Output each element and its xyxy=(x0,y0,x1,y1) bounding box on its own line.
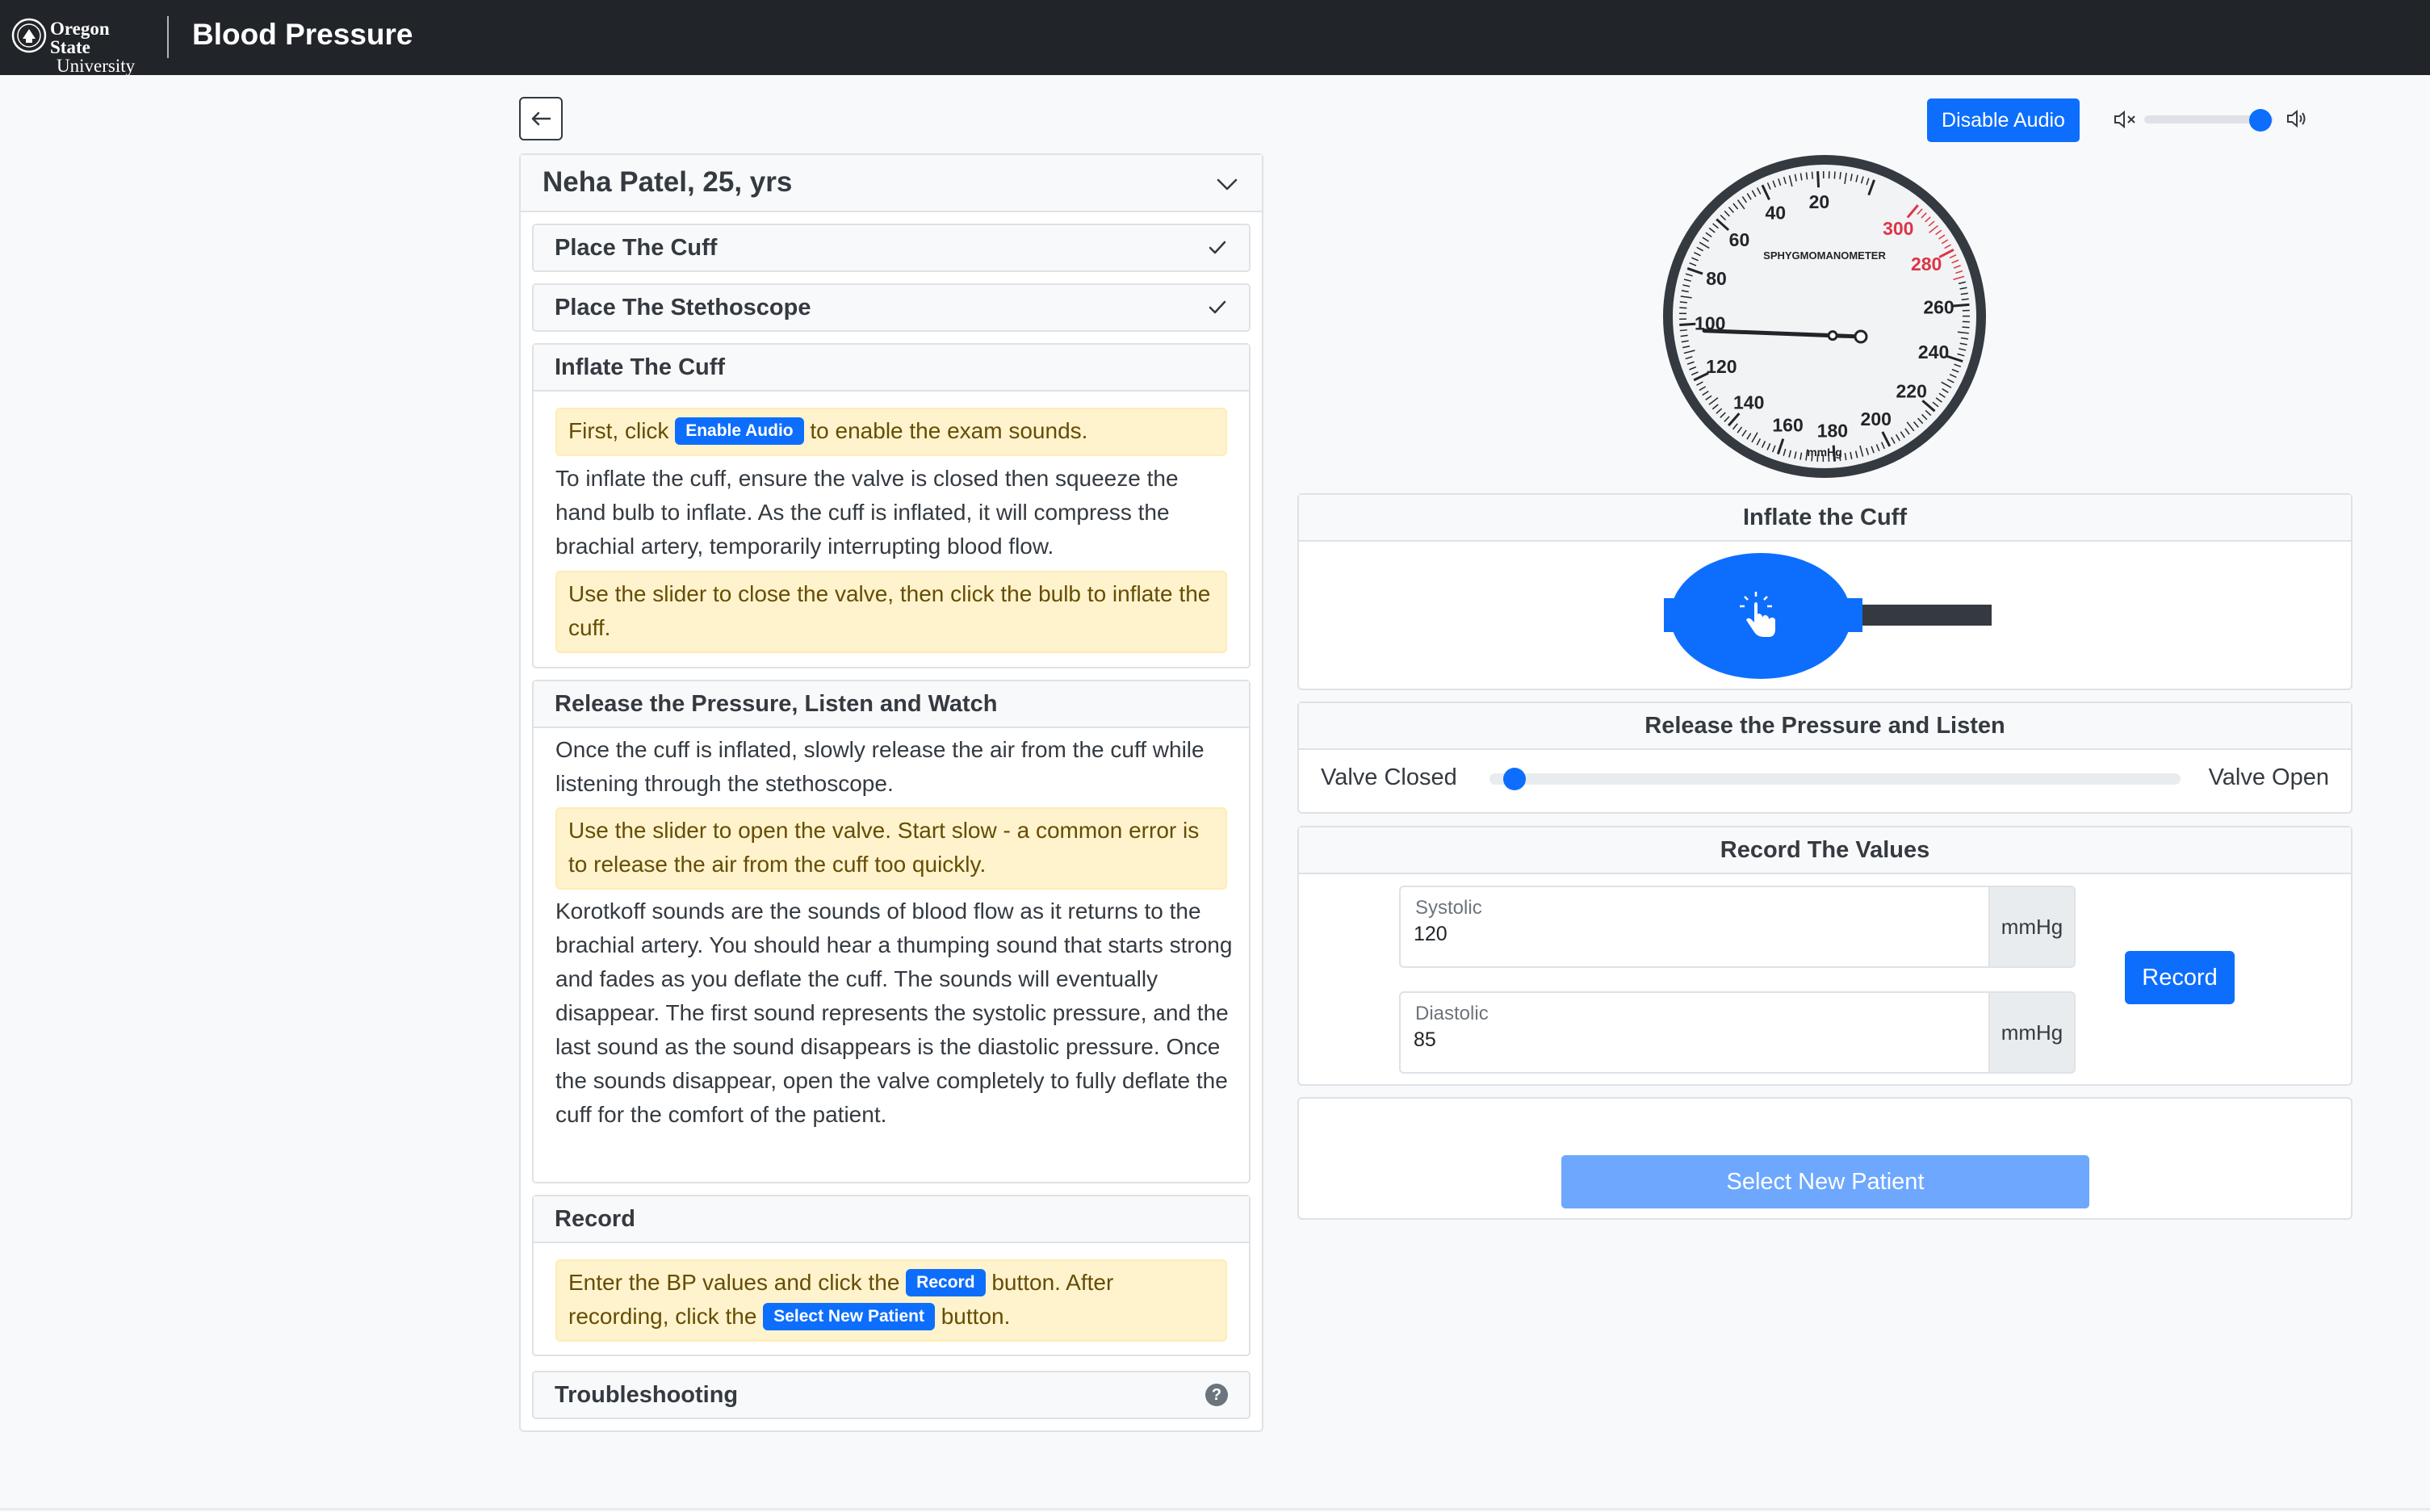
valve-closed-label: Valve Closed xyxy=(1321,764,1457,790)
step-release-pressure: Release the Pressure, Listen and Watch O… xyxy=(532,680,1251,1183)
inflate-description: To inflate the cuff, ensure the valve is… xyxy=(555,466,1179,559)
gauge-tick xyxy=(1833,171,1836,179)
disable-audio-button[interactable]: Disable Audio xyxy=(1927,98,2080,142)
gauge-tick-label: 300 xyxy=(1883,218,1913,239)
gauge-tick-label: 120 xyxy=(1706,356,1737,377)
gauge-tick-label: 60 xyxy=(1729,229,1750,250)
record-button[interactable]: Record xyxy=(2125,951,2235,1004)
step-title: Record xyxy=(555,1206,635,1232)
gauge-tick xyxy=(1816,171,1820,188)
release-card: Release the Pressure and Listen Valve Cl… xyxy=(1297,702,2352,814)
gauge-unit: mmHg xyxy=(1807,446,1842,459)
step-title: Inflate The Cuff xyxy=(555,354,726,380)
gauge-tick xyxy=(1953,303,1970,308)
select-new-patient-button[interactable]: Select New Patient xyxy=(1561,1155,2089,1208)
patient-name: Neha Patel, 25, yrs xyxy=(543,166,793,198)
new-patient-card: Select New Patient xyxy=(1297,1097,2352,1220)
help-icon[interactable]: ? xyxy=(1205,1384,1228,1406)
step-header[interactable]: Release the Pressure, Listen and Watch xyxy=(534,681,1249,728)
release-instruction-note: Use the slider to open the valve. Start … xyxy=(555,807,1227,890)
systolic-field[interactable]: Systolic xyxy=(1399,886,1990,968)
app-title: Blood Pressure xyxy=(192,18,413,51)
gauge-needle-joint xyxy=(1827,330,1838,341)
gauge-tick-label: 280 xyxy=(1911,253,1942,274)
step-title: Place The Stethoscope xyxy=(555,295,811,320)
record-card-title: Record The Values xyxy=(1299,827,2351,874)
step-place-stethoscope[interactable]: Place The Stethoscope xyxy=(532,283,1251,332)
gauge-label: SPHYGMOMANOMETER xyxy=(1763,249,1886,262)
inflate-card: Inflate the Cuff xyxy=(1297,493,2352,690)
hand-bulb[interactable] xyxy=(1664,551,1993,681)
gauge-tick-label: 220 xyxy=(1896,381,1927,402)
record-instruction-note: Enter the BP values and click the Record… xyxy=(555,1259,1227,1342)
step-header[interactable]: Troubleshooting ? xyxy=(534,1372,1249,1418)
valve-open-label: Valve Open xyxy=(2208,764,2329,790)
navbar: Oregon State University Blood Pressure xyxy=(0,0,2430,75)
chevron-down-icon xyxy=(1217,178,1238,191)
enable-audio-chip: Enable Audio xyxy=(675,417,804,445)
step-title: Release the Pressure, Listen and Watch xyxy=(555,691,998,717)
check-icon xyxy=(1209,241,1226,254)
gauge-needle-hub xyxy=(1854,329,1868,344)
korotkoff-description: Korotkoff sounds are the sounds of blood… xyxy=(555,898,1233,1127)
university-seal-icon xyxy=(11,18,47,53)
page-bottom-border xyxy=(0,1508,2430,1510)
gauge-tick xyxy=(1811,171,1814,179)
gauge-tick-label: 180 xyxy=(1817,421,1848,442)
volume-mute-icon[interactable] xyxy=(2114,110,2138,129)
patient-accordion-header[interactable]: Neha Patel, 25, yrs xyxy=(521,155,1262,212)
step-title: Troubleshooting xyxy=(555,1382,739,1408)
navbar-divider xyxy=(167,16,169,58)
university-logo[interactable]: Oregon State University xyxy=(11,16,149,75)
step-place-cuff[interactable]: Place The Cuff xyxy=(532,224,1251,272)
gauge-tick-label: 20 xyxy=(1809,191,1830,212)
systolic-unit: mmHg xyxy=(1988,886,2076,968)
gauge-tick-label: 80 xyxy=(1706,268,1727,289)
volume-slider-thumb[interactable] xyxy=(2249,109,2272,132)
gauge-tick-label: 40 xyxy=(1765,203,1786,224)
record-values-card: Record The Values Systolic mmHg Diastoli… xyxy=(1297,826,2352,1086)
arrow-left-icon xyxy=(531,111,551,126)
diastolic-field[interactable]: Diastolic xyxy=(1399,991,1990,1074)
select-new-patient-chip: Select New Patient xyxy=(763,1302,935,1330)
diastolic-unit: mmHg xyxy=(1988,991,2076,1074)
valve-slider-track[interactable] xyxy=(1489,773,2181,785)
back-button[interactable] xyxy=(519,97,563,140)
enable-audio-note: First, click Enable Audio to enable the … xyxy=(555,408,1227,456)
gauge-tick xyxy=(1962,326,1970,329)
valve-slider-thumb[interactable] xyxy=(1503,768,1527,790)
gauge-tick-label: 240 xyxy=(1918,341,1949,362)
step-header[interactable]: Place The Cuff xyxy=(534,225,1249,270)
sphygmomanometer-gauge: 20406080100120140160 18020022024026028030… xyxy=(1663,155,1986,478)
inflate-instruction-note: Use the slider to close the valve, then … xyxy=(555,571,1227,653)
gauge-tick xyxy=(1839,172,1841,180)
volume-up-icon[interactable] xyxy=(2286,108,2309,129)
gauge-tick-label: 160 xyxy=(1772,415,1803,436)
inflate-card-title: Inflate the Cuff xyxy=(1299,495,2351,542)
release-card-title: Release the Pressure and Listen xyxy=(1299,703,2351,750)
step-header[interactable]: Record xyxy=(534,1196,1249,1243)
gauge-tick-label: 260 xyxy=(1923,296,1954,317)
diastolic-input[interactable] xyxy=(1414,1028,1963,1052)
step-title: Place The Cuff xyxy=(555,235,718,261)
release-description: Once the cuff is inflated, slowly releas… xyxy=(555,737,1205,796)
gauge-tick-label: 200 xyxy=(1861,408,1892,429)
bulb-tube xyxy=(1862,605,1992,626)
step-header[interactable]: Inflate The Cuff xyxy=(534,345,1249,392)
step-record: Record Enter the BP values and click the… xyxy=(532,1195,1251,1356)
diastolic-label: Diastolic xyxy=(1415,1003,1489,1024)
gauge-tick xyxy=(1679,301,1687,304)
check-icon xyxy=(1209,300,1226,314)
step-header[interactable]: Place The Stethoscope xyxy=(534,285,1249,330)
step-inflate-cuff: Inflate The Cuff First, click Enable Aud… xyxy=(532,343,1251,668)
record-chip: Record xyxy=(906,1268,986,1296)
systolic-label: Systolic xyxy=(1415,897,1482,919)
gauge-tick xyxy=(1679,329,1687,332)
step-troubleshooting[interactable]: Troubleshooting ? xyxy=(532,1371,1251,1419)
systolic-input[interactable] xyxy=(1414,923,1963,946)
gauge-tick-label: 140 xyxy=(1733,392,1764,413)
instructions-panel: Neha Patel, 25, yrs Place The Cuff Place… xyxy=(519,153,1263,1432)
logo-wordmark: Oregon State University xyxy=(50,19,136,76)
gauge-tick xyxy=(1679,322,1696,326)
